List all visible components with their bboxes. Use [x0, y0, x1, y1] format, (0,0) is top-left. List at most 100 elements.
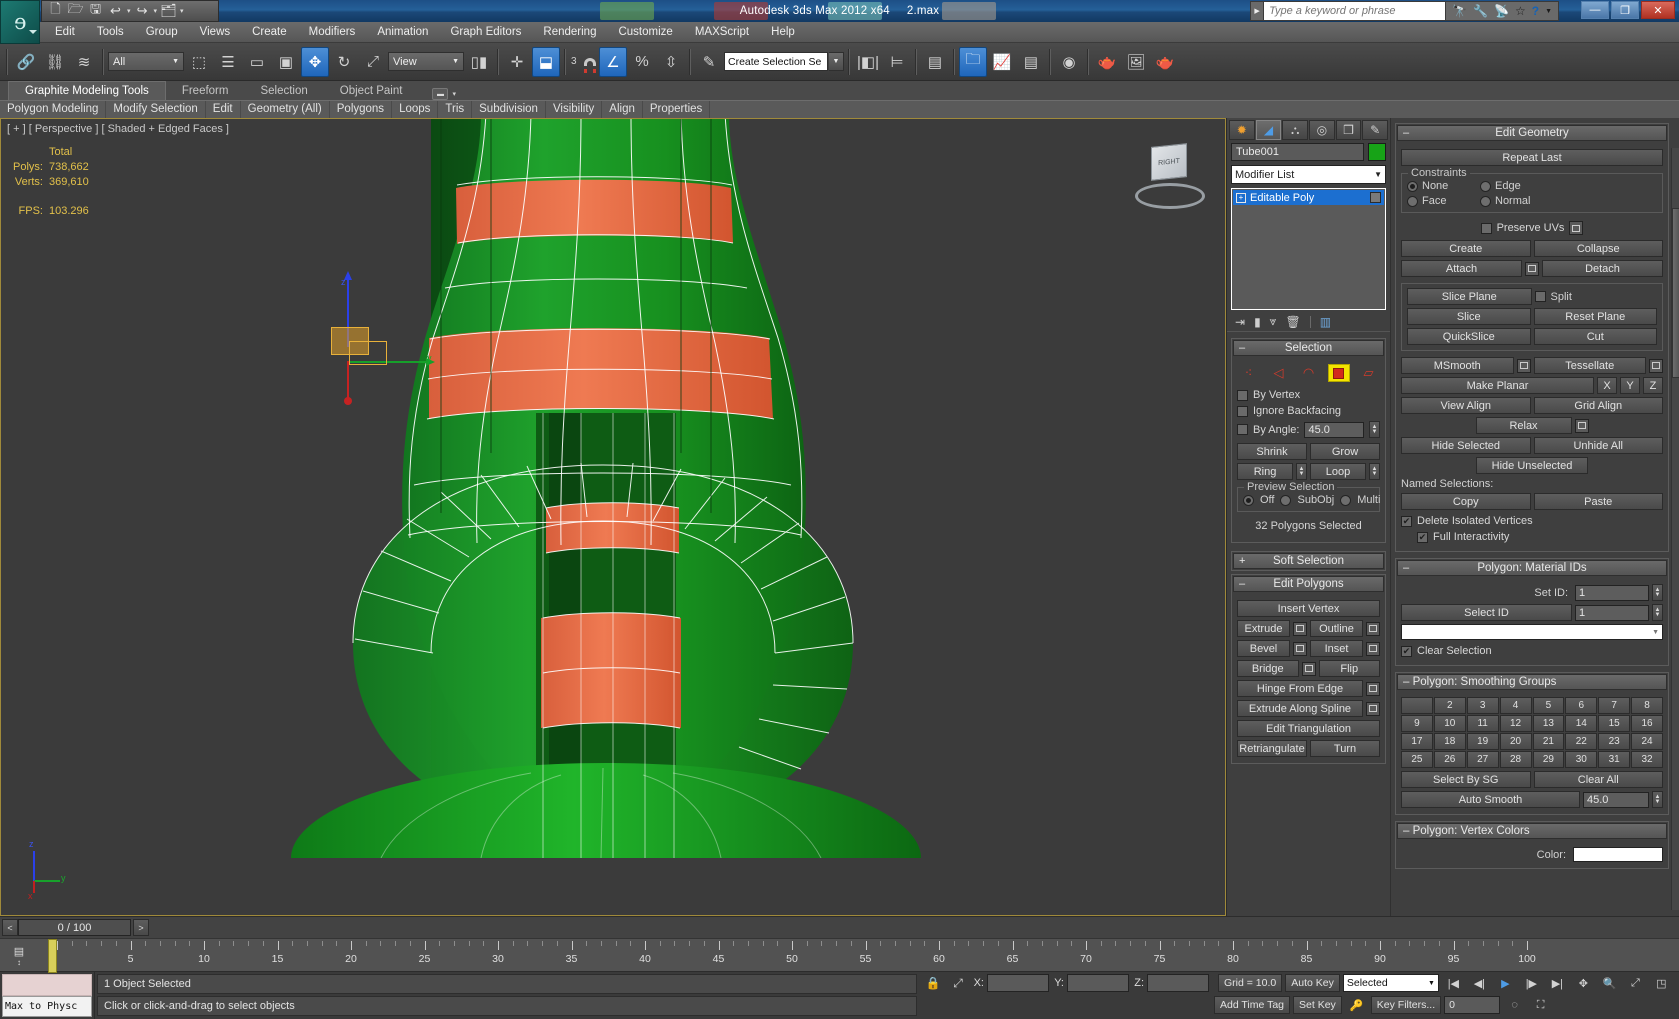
menu-item-maxscript[interactable]: MAXScript: [684, 22, 760, 43]
next-frame-button[interactable]: >: [133, 919, 149, 936]
preview-subobj-radio[interactable]: [1280, 494, 1292, 506]
smoothing-group-15[interactable]: 15: [1598, 715, 1631, 732]
menu-item-modifiers[interactable]: Modifiers: [298, 22, 367, 43]
material-editor-icon[interactable]: ◉: [1055, 47, 1083, 77]
extrude-along-spline-button[interactable]: Extrude Along Spline: [1237, 700, 1363, 717]
bevel-inset-row[interactable]: Bevel Inset: [1237, 640, 1380, 657]
smoothing-group-20[interactable]: 20: [1499, 733, 1532, 750]
relax-settings-icon[interactable]: [1574, 418, 1589, 433]
selection-filter-combo[interactable]: All ▼: [108, 52, 184, 71]
align-icon[interactable]: ⊨: [883, 47, 911, 77]
grid-align-button[interactable]: Grid Align: [1533, 397, 1663, 414]
save-file-icon[interactable]: 🖫: [87, 1, 104, 20]
soft-selection-rollout[interactable]: + Soft Selection: [1231, 551, 1386, 571]
smoothing-group-1[interactable]: [1401, 697, 1433, 714]
perspective-viewport[interactable]: [ + ] [ Perspective ] [ Shaded + Edged F…: [0, 118, 1226, 916]
select-and-rotate-icon[interactable]: ↻: [330, 47, 358, 77]
menu-bar[interactable]: Edit Tools Group Views Create Modifiers …: [0, 22, 1679, 43]
ribbon-tabs[interactable]: Graphite Modeling Tools Freeform Selecti…: [0, 81, 1679, 100]
rectangular-selection-region-icon[interactable]: ▭: [243, 47, 271, 77]
select-id-spinner[interactable]: ▲ ▼: [1652, 604, 1663, 621]
x-field[interactable]: [987, 974, 1049, 992]
retriangulate-turn-row[interactable]: Retriangulate Turn: [1237, 740, 1380, 757]
select-id-row[interactable]: Select ID 1 ▲ ▼: [1401, 604, 1663, 621]
mtl-preview-swatch[interactable]: [2, 974, 92, 996]
star-icon[interactable]: ☆: [1515, 4, 1526, 18]
object-name-row[interactable]: Tube001: [1227, 140, 1390, 161]
smoothing-group-23[interactable]: 23: [1598, 733, 1631, 750]
reset-plane-button[interactable]: Reset Plane: [1533, 308, 1657, 325]
satellite-icon[interactable]: 📡: [1494, 4, 1509, 18]
mirror-icon[interactable]: |◧|: [854, 47, 882, 77]
pan-view-icon[interactable]: ✥: [1572, 973, 1595, 993]
flip-button[interactable]: Flip: [1318, 660, 1380, 677]
msmooth-tessellate-row[interactable]: MSmooth Tessellate: [1401, 357, 1663, 374]
smoothing-group-22[interactable]: 22: [1565, 733, 1598, 750]
auto-smooth-button[interactable]: Auto Smooth: [1401, 791, 1580, 808]
help-icon[interactable]: ?: [1532, 4, 1539, 18]
max-to-physical-label[interactable]: Max to Physc: [2, 996, 92, 1017]
collapse-icon[interactable]: –: [1239, 578, 1245, 590]
cut-button[interactable]: Cut: [1533, 328, 1657, 345]
smoothing-group-30[interactable]: 30: [1565, 751, 1598, 768]
graphite-ribbon[interactable]: Graphite Modeling Tools Freeform Selecti…: [0, 81, 1679, 119]
extrude-settings-icon[interactable]: [1293, 621, 1307, 636]
inset-button[interactable]: Inset: [1310, 640, 1363, 657]
auto-smooth-spinner[interactable]: ▲ ▼: [1652, 791, 1663, 808]
smoothing-group-29[interactable]: 29: [1532, 751, 1565, 768]
copy-paste-row[interactable]: Copy Paste: [1401, 493, 1663, 510]
set-key-toggle-icon[interactable]: 🔑: [1345, 995, 1368, 1015]
preserve-uvs-settings-icon[interactable]: [1569, 221, 1584, 235]
z-field[interactable]: [1147, 974, 1209, 992]
polygon-subobject-icon[interactable]: [1327, 364, 1350, 382]
ribbon-panel-modify-selection[interactable]: Modify Selection: [106, 101, 206, 118]
auto-smooth-field[interactable]: 45.0: [1583, 791, 1649, 808]
relax-button[interactable]: Relax: [1475, 417, 1572, 434]
smoothing-group-9[interactable]: 9: [1401, 715, 1433, 732]
schematic-view-icon[interactable]: ▤: [1017, 47, 1045, 77]
use-pivot-point-center-icon[interactable]: ▯▮: [465, 47, 493, 77]
named-selection-set-input[interactable]: Create Selection Se: [724, 52, 828, 71]
smoothing-group-grid[interactable]: 2 3 4 5 6 7 8 9 10 11 12 13 14 15 16 17 …: [1401, 697, 1663, 768]
unhide-all-button[interactable]: Unhide All: [1533, 437, 1663, 454]
display-tab[interactable]: ❒: [1335, 120, 1362, 140]
modifier-list-combo[interactable]: Modifier List ▼: [1231, 165, 1386, 184]
previous-frame-icon[interactable]: ◀|: [1468, 973, 1491, 993]
insert-vertex-button[interactable]: Insert Vertex: [1237, 600, 1380, 617]
smoothing-group-31[interactable]: 31: [1598, 751, 1631, 768]
attach-detach-row[interactable]: Attach Detach: [1401, 260, 1663, 277]
curve-editor-icon[interactable]: 📈: [988, 47, 1016, 77]
expand-icon[interactable]: +: [1236, 192, 1246, 203]
smoothing-group-11[interactable]: 11: [1466, 715, 1499, 732]
next-frame-icon[interactable]: |▶: [1520, 973, 1543, 993]
key-mode-combo[interactable]: Selected ▼: [1342, 974, 1439, 992]
ribbon-subtabs[interactable]: Polygon Modeling Modify Selection Edit G…: [0, 100, 1679, 118]
select-and-link-icon[interactable]: 🔗: [12, 47, 40, 77]
turn-button[interactable]: Turn: [1310, 740, 1380, 757]
repeat-last-row[interactable]: Repeat Last: [1401, 149, 1663, 166]
sub-object-level-buttons[interactable]: ⁖ ◁ ◠ ▱: [1237, 361, 1380, 387]
insert-vertex-row[interactable]: Insert Vertex: [1237, 600, 1380, 617]
window-crossing-icon[interactable]: ▣: [272, 47, 300, 77]
smoothing-group-24[interactable]: 24: [1631, 733, 1663, 750]
retriangulate-button[interactable]: Retriangulate: [1237, 740, 1307, 757]
clear-selection-checkbox[interactable]: [1401, 645, 1412, 657]
select-by-sg-row[interactable]: Select By SG Clear All: [1401, 771, 1663, 788]
edit-geometry-rollout[interactable]: – Edit Geometry Repeat Last Constraints …: [1395, 123, 1669, 552]
vertex-subobject-icon[interactable]: ⁖: [1238, 364, 1260, 382]
menu-item-customize[interactable]: Customize: [607, 22, 683, 43]
select-by-sg-button[interactable]: Select By SG: [1401, 771, 1531, 788]
smoothing-group-6[interactable]: 6: [1565, 697, 1598, 714]
maximize-button[interactable]: ❐: [1611, 1, 1639, 19]
smoothing-group-8[interactable]: 8: [1631, 697, 1663, 714]
outline-settings-icon[interactable]: [1366, 621, 1380, 636]
clear-selection-row[interactable]: Clear Selection: [1401, 643, 1663, 659]
snaps-toggle-icon[interactable]: ⬓: [532, 46, 560, 77]
slice-reset-plane-row[interactable]: Slice Reset Plane: [1407, 308, 1657, 325]
edit-triangulation-button[interactable]: Edit Triangulation: [1237, 720, 1380, 737]
menu-item-group[interactable]: Group: [135, 22, 189, 43]
transform-gizmo[interactable]: z y: [323, 271, 435, 419]
scene-explorer-icon[interactable]: 🗀: [959, 46, 987, 77]
edit-polygons-rollout-header[interactable]: – Edit Polygons: [1233, 576, 1384, 592]
edit-geometry-rollout-header[interactable]: – Edit Geometry: [1397, 125, 1667, 141]
